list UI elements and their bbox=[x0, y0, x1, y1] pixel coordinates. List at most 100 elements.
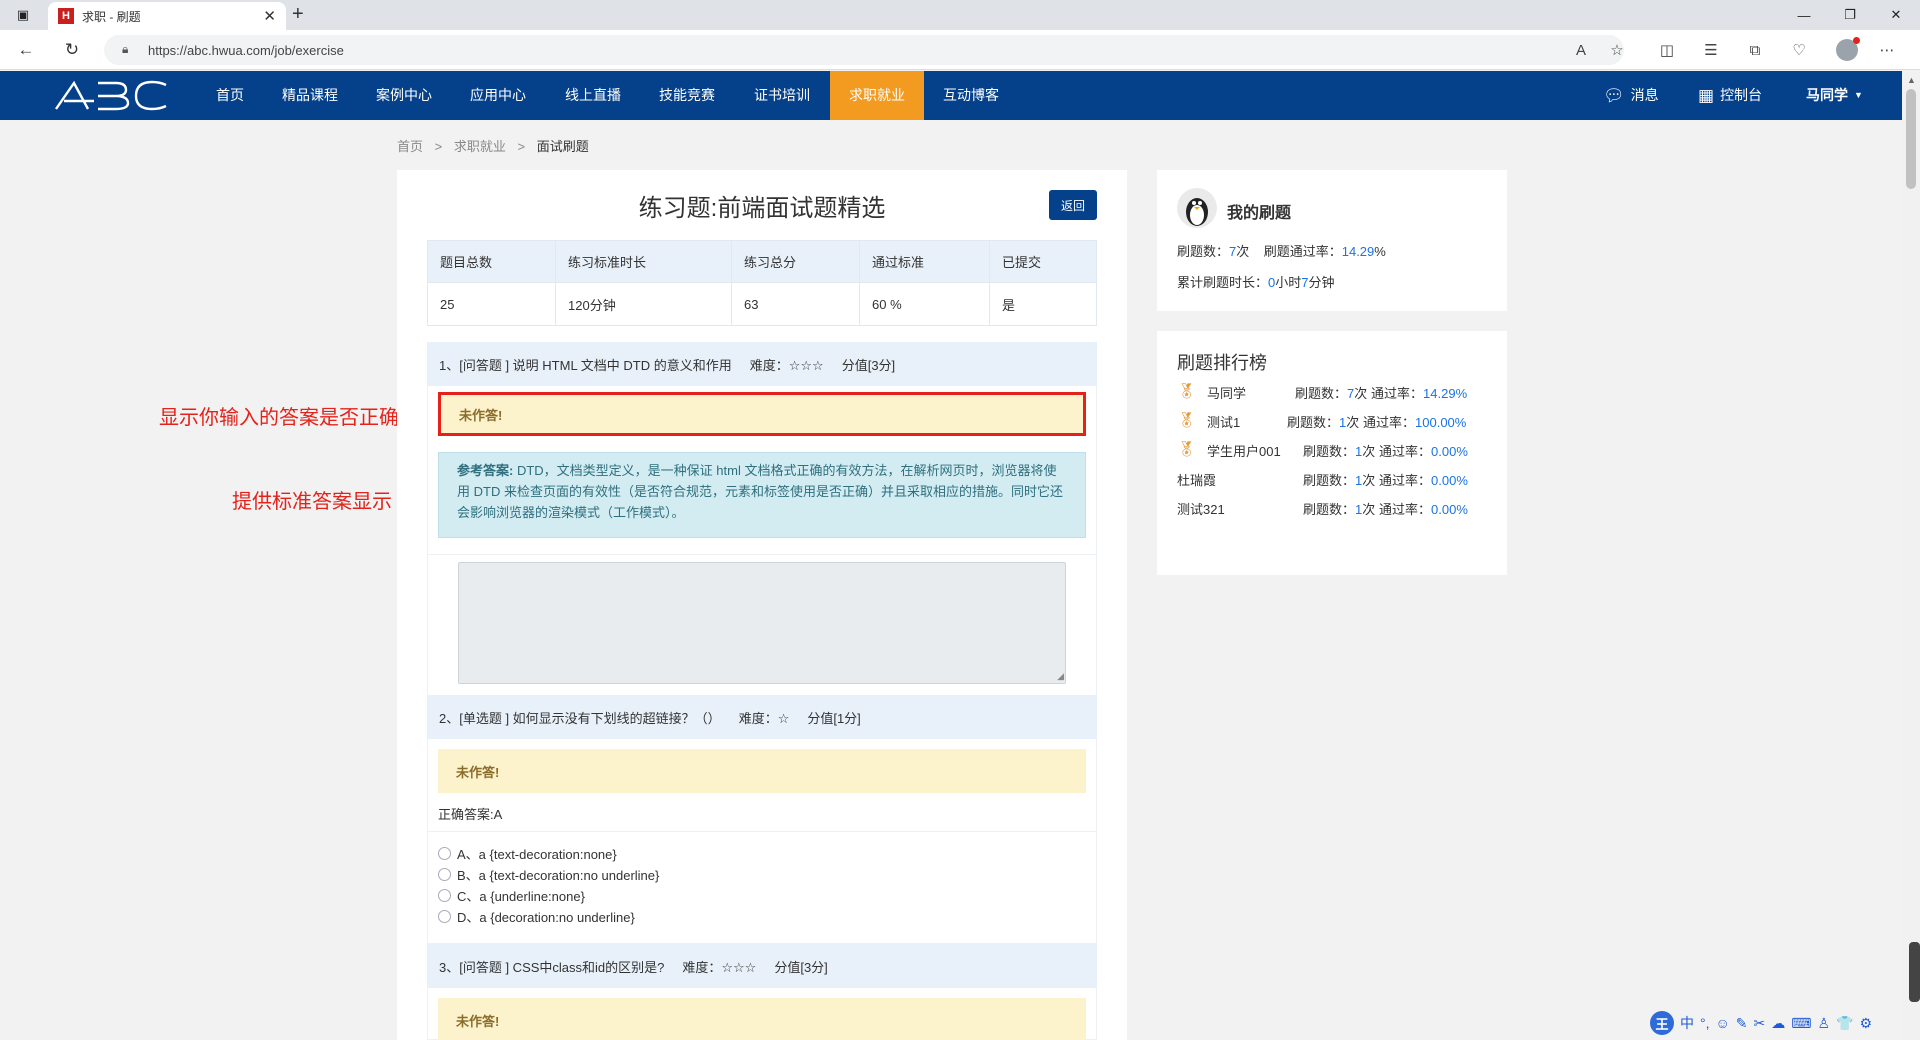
url-field[interactable]: 🔒︎ https://abc.hwua.com/job/exercise bbox=[104, 35, 1624, 65]
ranking-rate: 通过率：0.00% bbox=[1379, 502, 1468, 517]
browser-tab[interactable]: H 求职 - 刷题 ✕ bbox=[48, 2, 286, 30]
ranking-count: 刷题数：1次 bbox=[1287, 415, 1360, 430]
answer-textarea[interactable]: ◢ bbox=[458, 562, 1066, 684]
breadcrumb-jobs[interactable]: 求职就业 bbox=[454, 139, 506, 154]
site-navbar: 首页 精品课程 案例中心 应用中心 线上直播 技能竞赛 证书培训 求职就业 互动… bbox=[0, 71, 1902, 120]
option-b[interactable]: B、a {text-decoration:no underline} bbox=[438, 864, 659, 885]
stat-header: 练习标准时长 bbox=[555, 240, 732, 283]
option-label: B、a {text-decoration:no underline} bbox=[457, 868, 660, 883]
stat-value: 120分钟 bbox=[555, 282, 732, 326]
nav-blog[interactable]: 互动博客 bbox=[927, 71, 1015, 120]
option-d[interactable]: D、a {decoration:no underline} bbox=[438, 906, 659, 927]
practice-count-line: 刷题数：7次 刷题通过率：14.29% bbox=[1177, 241, 1386, 260]
restore-icon[interactable]: ❐ bbox=[1827, 0, 1873, 30]
console-label: 控制台 bbox=[1720, 87, 1763, 103]
stat-header: 题目总数 bbox=[427, 240, 556, 283]
favorite-add-icon[interactable]: ☆ bbox=[1606, 39, 1628, 61]
answer-status-alert: 未作答! bbox=[438, 998, 1086, 1040]
ime-side-handle[interactable] bbox=[1909, 942, 1920, 1002]
stat-value: 是 bbox=[989, 282, 1097, 326]
ranking-count: 刷题数：1次 bbox=[1303, 502, 1376, 517]
ranking-rate: 通过率：0.00% bbox=[1379, 473, 1468, 488]
question-title: 1、[问答题 ] 说明 HTML 文档中 DTD 的意义和作用 bbox=[439, 357, 732, 373]
nav-jobs[interactable]: 求职就业 bbox=[830, 71, 924, 120]
nav-courses[interactable]: 精品课程 bbox=[266, 71, 354, 120]
browser-tabbar: ▣ H 求职 - 刷题 ✕ + — ❐ ✕ bbox=[0, 0, 1920, 30]
scissors-icon[interactable]: ✂ bbox=[1754, 1015, 1766, 1032]
more-menu-icon[interactable]: ⋯ bbox=[1876, 39, 1898, 61]
nav-home[interactable]: 首页 bbox=[200, 71, 260, 120]
nav-cases[interactable]: 案例中心 bbox=[360, 71, 448, 120]
scroll-thumb[interactable] bbox=[1906, 89, 1916, 189]
read-aloud-icon[interactable]: A bbox=[1570, 39, 1592, 61]
tab-actions-icon[interactable]: ▣ bbox=[0, 0, 46, 30]
stat-value: 25 bbox=[427, 282, 556, 326]
tab-close-icon[interactable]: ✕ bbox=[263, 7, 276, 25]
stat-header: 通过标准 bbox=[859, 240, 990, 283]
ranking-user-name: 学生用户001 bbox=[1207, 444, 1281, 459]
minutes-value: 7 bbox=[1301, 275, 1309, 290]
radio-button[interactable] bbox=[438, 910, 451, 923]
page-scrollbar[interactable]: ▲ bbox=[1902, 71, 1920, 1040]
user-menu[interactable]: 马同学 ▼ bbox=[1806, 71, 1863, 120]
ranking-title: 刷题排行榜 bbox=[1177, 353, 1267, 373]
stat-value: 60 % bbox=[859, 282, 990, 326]
breadcrumb-home[interactable]: 首页 bbox=[397, 139, 423, 154]
collections-icon[interactable]: ⧉ bbox=[1744, 39, 1766, 61]
window-close-icon[interactable]: ✕ bbox=[1873, 0, 1919, 30]
ranking-rate: 通过率：100.00% bbox=[1363, 415, 1467, 430]
refresh-icon[interactable]: ↻ bbox=[60, 38, 84, 62]
resize-handle-icon[interactable]: ◢ bbox=[1057, 671, 1064, 682]
answer-status-alert: 未作答! bbox=[438, 749, 1086, 793]
option-a[interactable]: A、a {text-decoration:none} bbox=[438, 843, 659, 864]
cloud-icon[interactable]: ☁ bbox=[1771, 1015, 1785, 1032]
scroll-up-icon[interactable]: ▲ bbox=[1907, 75, 1916, 85]
favorites-icon[interactable]: ☰ bbox=[1700, 39, 1722, 61]
my-practice-title: 我的刷题 bbox=[1227, 205, 1292, 222]
nav-competition[interactable]: 技能竞赛 bbox=[643, 71, 731, 120]
my-practice-panel: 我的刷题 刷题数：7次 刷题通过率：14.29% 累计刷题时长：0小时7分钟 bbox=[1157, 170, 1507, 311]
annotation-reference-answer: 提供标准答案显示 bbox=[232, 491, 392, 513]
penguin-avatar-icon bbox=[1186, 198, 1208, 226]
browser-essentials-icon[interactable]: ♡ bbox=[1788, 39, 1810, 61]
correct-answer: 正确答案:A bbox=[438, 807, 503, 822]
question-score: 分值[1分] bbox=[807, 710, 861, 726]
skin-icon[interactable]: 👕 bbox=[1836, 1015, 1853, 1032]
option-c[interactable]: C、a {underline:none} bbox=[438, 885, 659, 906]
back-button[interactable]: 返回 bbox=[1049, 190, 1097, 220]
nav-certificate[interactable]: 证书培训 bbox=[738, 71, 826, 120]
messages-link[interactable]: 💬︎ 消息 bbox=[1603, 71, 1659, 120]
new-tab-icon[interactable]: + bbox=[292, 3, 304, 26]
abc-logo[interactable] bbox=[54, 79, 174, 111]
stat-header: 练习总分 bbox=[731, 240, 860, 283]
ranking-user-name: 测试1 bbox=[1207, 415, 1241, 430]
question-3-header: 3、[问答题 ] CSS中class和id的区别是? 难度：☆☆☆ 分值[3分] bbox=[427, 944, 1097, 988]
minimize-icon[interactable]: — bbox=[1781, 0, 1827, 30]
profile-avatar-icon[interactable] bbox=[1836, 37, 1860, 61]
nav-apps[interactable]: 应用中心 bbox=[454, 71, 542, 120]
punctuation-icon[interactable]: °, bbox=[1700, 1015, 1710, 1031]
option-label: D、a {decoration:no underline} bbox=[457, 910, 635, 925]
split-screen-icon[interactable]: ◫ bbox=[1656, 39, 1678, 61]
radio-button[interactable] bbox=[438, 868, 451, 881]
handwrite-icon[interactable]: ✎ bbox=[1736, 1015, 1748, 1032]
radio-button[interactable] bbox=[438, 889, 451, 902]
ime-logo-icon[interactable]: 王 bbox=[1650, 1011, 1674, 1035]
ranking-user-name: 测试321 bbox=[1177, 502, 1225, 517]
ime-mode[interactable]: 中 bbox=[1680, 1013, 1694, 1033]
emoji-icon[interactable]: ☺ bbox=[1716, 1015, 1730, 1031]
radio-button[interactable] bbox=[438, 847, 451, 860]
keyboard-icon[interactable]: ⌨ bbox=[1791, 1015, 1811, 1032]
question-3-body: 未作答! bbox=[427, 988, 1097, 1040]
label: 刷题数： bbox=[1177, 244, 1230, 259]
message-icon: 💬︎ bbox=[1603, 86, 1625, 105]
unit: 次 bbox=[1236, 244, 1250, 259]
question-score: 分值[3分] bbox=[774, 959, 828, 975]
console-link[interactable]: ▦ 控制台 bbox=[1698, 71, 1762, 120]
annotation-answer-check: 显示你输入的答案是否正确 bbox=[159, 407, 399, 429]
practice-time-line: 累计刷题时长：0小时7分钟 bbox=[1177, 272, 1335, 291]
nav-live[interactable]: 线上直播 bbox=[549, 71, 637, 120]
user-icon[interactable]: ♙ bbox=[1817, 1015, 1830, 1032]
settings-icon[interactable]: ⚙ bbox=[1859, 1015, 1872, 1032]
back-arrow-icon[interactable]: ← bbox=[14, 38, 38, 62]
